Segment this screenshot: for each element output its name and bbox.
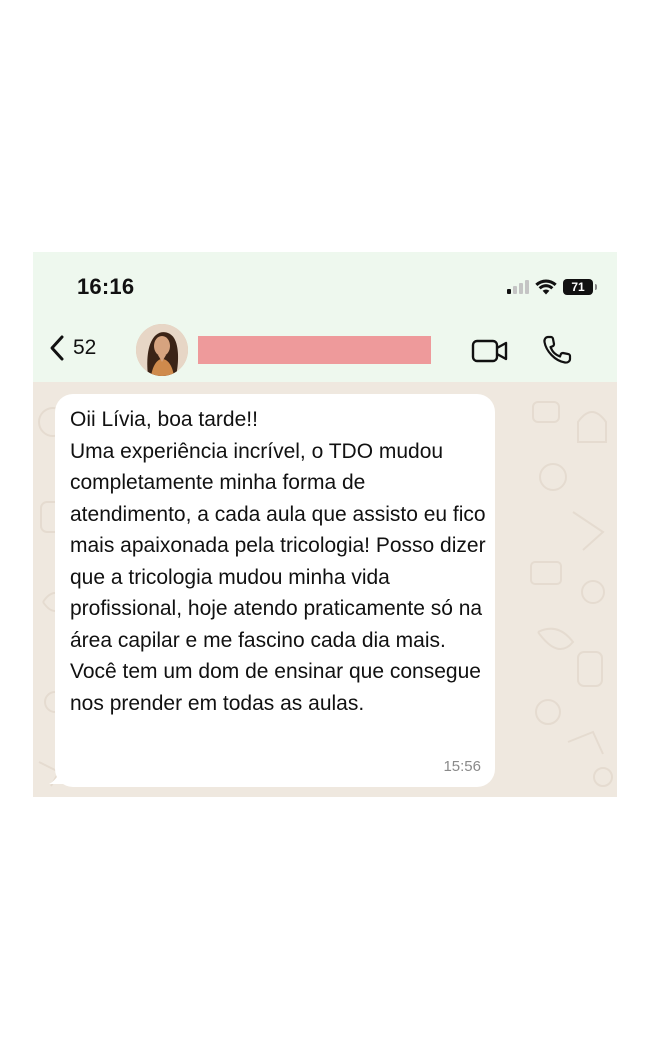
- battery-level: 71: [571, 280, 585, 294]
- chat-screen: 16:16 71 52 Oii Lívia, boa tarde!! Uma e…: [33, 252, 617, 797]
- status-time: 16:16: [77, 274, 135, 299]
- battery-icon: 71: [563, 279, 597, 295]
- voice-call-button[interactable]: [541, 334, 573, 371]
- wifi-icon: [535, 279, 557, 295]
- chat-header: 52: [33, 320, 617, 382]
- chevron-left-icon: [50, 335, 64, 361]
- back-button[interactable]: 52: [49, 334, 96, 362]
- chat-area[interactable]: Oii Lívia, boa tarde!! Uma experiência i…: [33, 382, 617, 797]
- message-timestamp: 15:56: [443, 758, 481, 775]
- message-bubble[interactable]: Oii Lívia, boa tarde!! Uma experiência i…: [55, 394, 495, 787]
- cellular-signal-icon: [507, 280, 529, 294]
- contact-name-redacted[interactable]: [198, 336, 431, 364]
- video-camera-icon: [471, 339, 508, 363]
- unread-count: 52: [73, 336, 97, 359]
- status-bar: 16:16 71: [33, 252, 617, 320]
- bubble-tail: [49, 762, 73, 784]
- phone-icon: [543, 335, 572, 364]
- video-call-button[interactable]: [471, 338, 509, 369]
- message-text: Oii Lívia, boa tarde!! Uma experiência i…: [70, 408, 486, 715]
- avatar[interactable]: [136, 324, 188, 376]
- status-icons: 71: [507, 276, 597, 298]
